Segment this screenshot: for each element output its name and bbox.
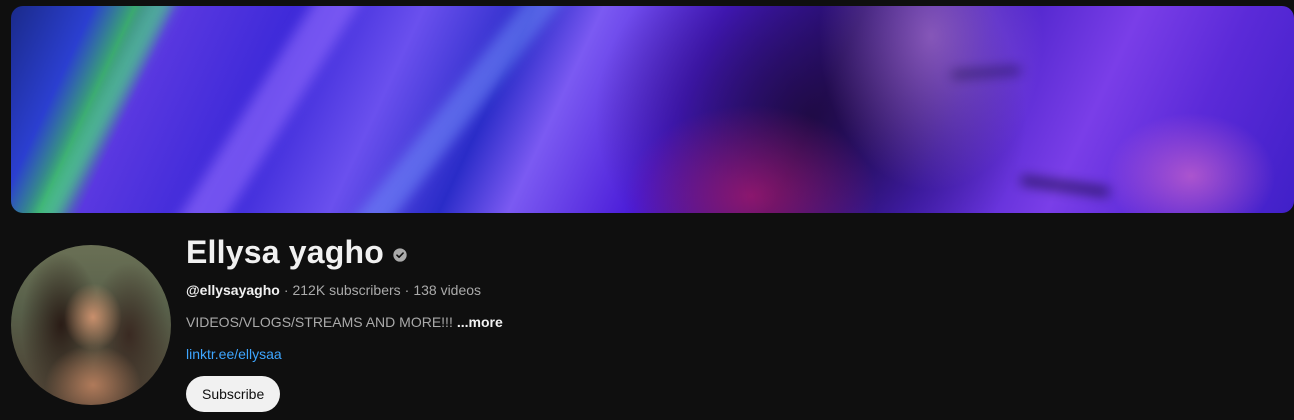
description-text: VIDEOS/VLOGS/STREAMS AND MORE!!! — [186, 314, 453, 330]
meta-separator: · — [283, 282, 289, 298]
channel-name-text: Ellysa yagho — [186, 234, 385, 270]
banner-light-streak — [31, 6, 201, 213]
channel-title: Ellysa yagho — [186, 234, 408, 271]
channel-handle: @ellysayagho — [186, 282, 280, 298]
channel-meta: @ellysayagho · 212K subscribers · 138 videos — [186, 282, 481, 298]
subscribe-button[interactable]: Subscribe — [186, 376, 281, 412]
verified-check-icon — [392, 234, 408, 271]
channel-external-link[interactable]: linktr.ee/ellysaa — [186, 346, 282, 362]
video-count: 138 videos — [413, 282, 482, 298]
more-link[interactable]: ...more — [457, 314, 503, 330]
channel-description[interactable]: VIDEOS/VLOGS/STREAMS AND MORE!!! ...more — [186, 314, 503, 330]
banner-light-streak — [161, 6, 370, 213]
meta-separator: · — [404, 282, 410, 298]
channel-banner — [11, 6, 1294, 213]
channel-avatar[interactable] — [11, 245, 171, 405]
banner-light-streak — [341, 6, 574, 213]
banner-light-streak — [1019, 176, 1111, 197]
subscriber-count: 212K subscribers — [292, 282, 401, 298]
banner-light-streak — [951, 67, 1022, 78]
channel-page: Ellysa yagho @ellysayagho · 212K subscribe… — [0, 0, 1294, 420]
